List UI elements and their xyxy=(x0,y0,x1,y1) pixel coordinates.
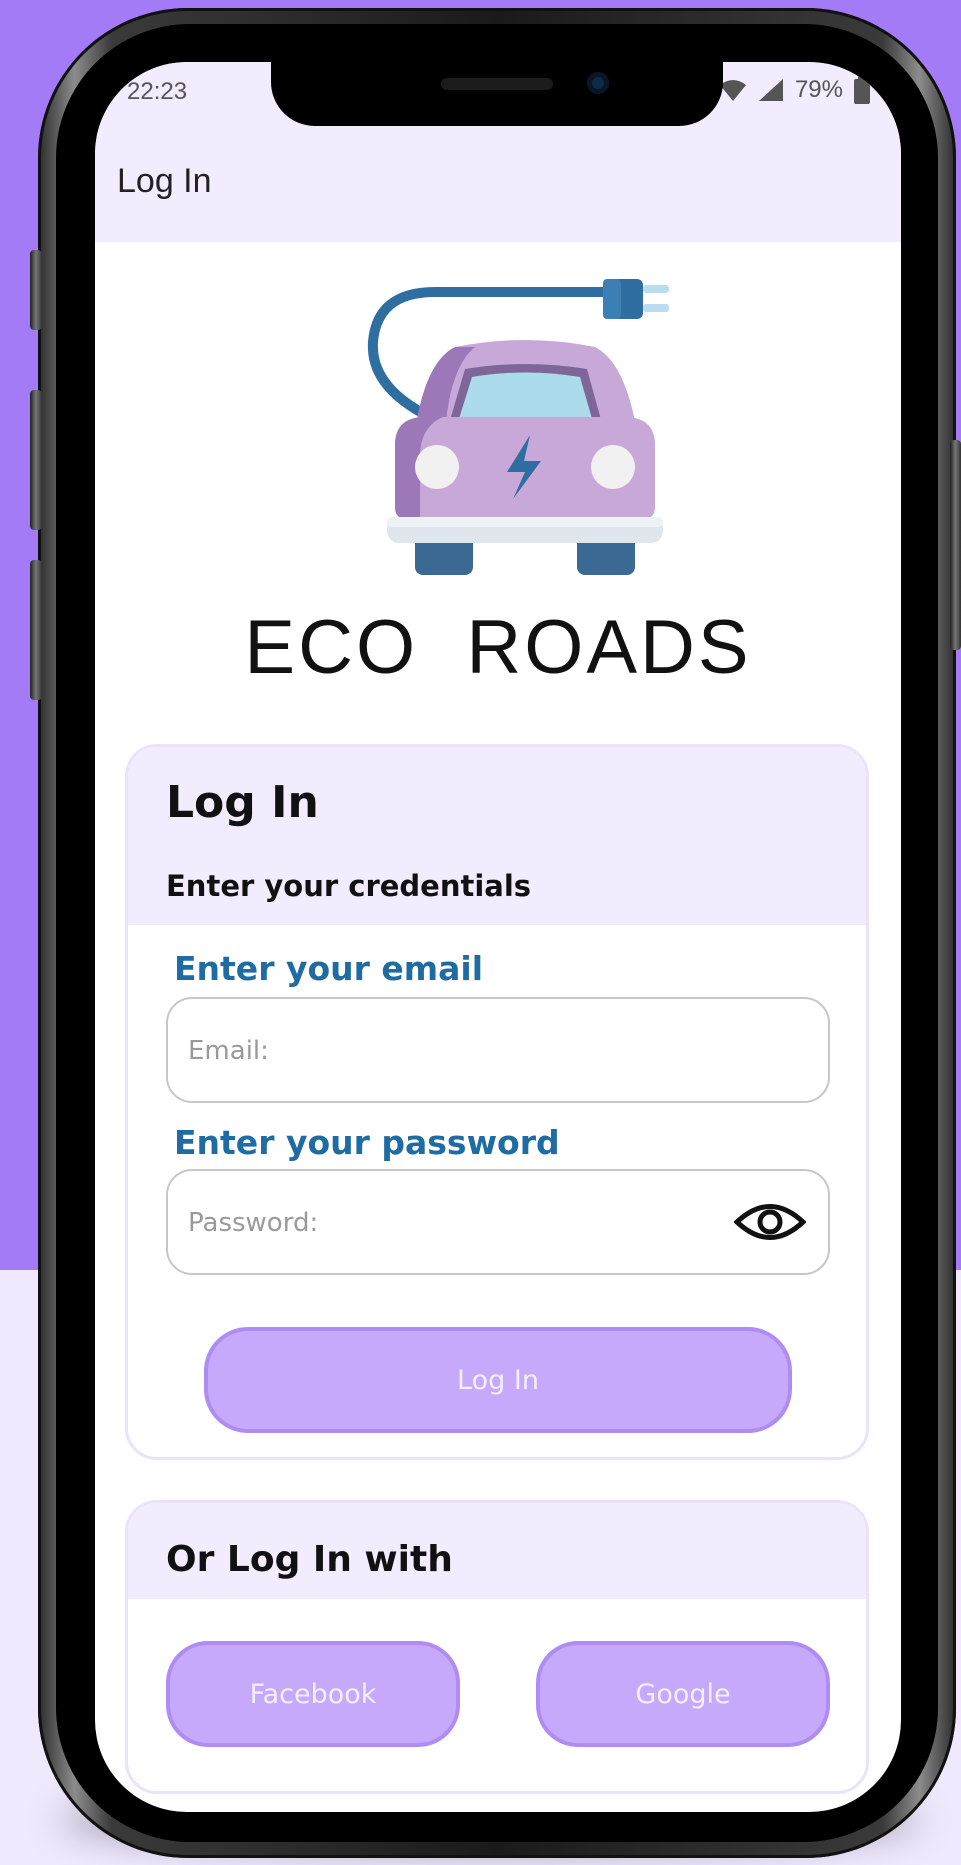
email-label: Enter your email xyxy=(174,949,484,988)
brand-name: ECO ROADS xyxy=(244,605,752,690)
electric-car-logo-icon xyxy=(367,279,669,575)
phone-screen: Log In 22:23 79% ECO ROADS Log In Enter … xyxy=(95,62,901,1812)
speaker-grille xyxy=(441,78,553,90)
status-icons: 79% xyxy=(719,76,871,104)
google-login-button[interactable]: Google xyxy=(536,1641,830,1747)
side-button-power xyxy=(950,440,961,650)
battery-icon xyxy=(854,76,870,104)
social-login-card: Or Log In with Facebook Google xyxy=(125,1500,869,1794)
eye-icon[interactable] xyxy=(734,1199,806,1245)
side-button-volume-up xyxy=(30,390,42,530)
login-card: Log In Enter your credentials Enter your… xyxy=(125,744,869,1460)
side-button-volume-down xyxy=(30,560,42,700)
email-field-container xyxy=(166,997,830,1103)
social-card-title: Or Log In with xyxy=(166,1539,453,1580)
login-button[interactable]: Log In xyxy=(204,1327,792,1433)
front-camera xyxy=(587,72,609,94)
wifi-icon xyxy=(719,80,746,101)
email-input[interactable] xyxy=(186,999,750,1103)
facebook-login-button[interactable]: Facebook xyxy=(166,1641,460,1747)
side-button-mute xyxy=(30,250,42,330)
camera-notch xyxy=(271,62,723,126)
login-card-title: Log In xyxy=(166,777,319,828)
signal-icon xyxy=(758,79,783,101)
battery-percent: 79% xyxy=(794,76,843,103)
password-field-container xyxy=(166,1169,830,1275)
login-card-subtitle: Enter your credentials xyxy=(166,869,532,903)
password-input[interactable] xyxy=(186,1171,750,1275)
status-time: 22:23 xyxy=(127,78,188,105)
password-label: Enter your password xyxy=(174,1123,560,1162)
